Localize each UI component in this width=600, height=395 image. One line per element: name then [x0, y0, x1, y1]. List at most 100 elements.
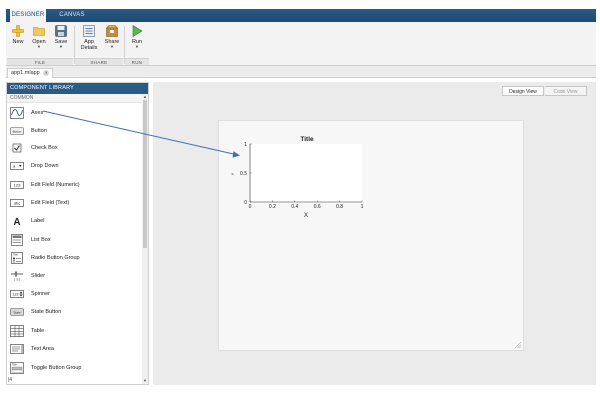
axes-title: Title [300, 136, 314, 143]
tab-canvas[interactable]: CANVAS [52, 9, 92, 22]
component-label: Label [31, 218, 45, 224]
component-spinner[interactable]: 123 Spinner [7, 286, 142, 303]
component-label: Spinner [31, 291, 50, 297]
design-canvas[interactable]: Design View Code View Title 0 0.2 0.4 0.6 0.… [153, 82, 596, 385]
table-icon [10, 325, 24, 337]
component-edit-field-numeric[interactable]: 123 Edit Field (Numeric) [7, 177, 142, 194]
svg-text:State: State [13, 310, 20, 314]
dropdown-icon: a [10, 162, 24, 170]
svg-text:Button: Button [13, 129, 22, 133]
x-tick-label: 0.8 [336, 204, 343, 210]
radio-group-icon: Title [11, 252, 23, 264]
run-dropdown-icon[interactable]: ▼ [127, 45, 147, 49]
component-slider[interactable]: 1 3 5 Slider [7, 268, 142, 285]
y-tick-label: 0.5 [240, 171, 247, 177]
svg-text:123: 123 [13, 293, 19, 297]
component-state-button[interactable]: State State Button [7, 304, 142, 321]
component-label: Edit Field (Numeric) [31, 182, 80, 188]
checkbox-icon [12, 143, 22, 153]
app-designer-window: DESIGNER CANVAS New Open ▼ Save ▼ App De… [0, 0, 600, 395]
component-library: COMPONENT LIBRARY COMMON ▲ ▼ Axes Button… [6, 82, 149, 385]
component-label: Text Area [31, 346, 54, 352]
tab-designer[interactable]: DESIGNER [10, 9, 46, 22]
document-tab-bar: app1.mlapp ✕ [6, 66, 596, 78]
open-button[interactable]: Open ▼ [29, 25, 49, 57]
component-label: State Button [31, 309, 62, 315]
axes-icon [10, 107, 24, 119]
group-file: FILE [7, 58, 73, 65]
component-label: Axes [31, 110, 44, 116]
component-label: Button [31, 128, 47, 134]
component-label: Table [31, 328, 45, 334]
code-view-button[interactable]: Code View [545, 86, 587, 96]
numeric-field-icon: 123 [10, 181, 24, 189]
new-button[interactable]: New [8, 25, 28, 57]
group-share: SHARE [75, 58, 123, 65]
component-label: Radio Button Group [31, 255, 80, 261]
component-button[interactable]: Button Button [7, 123, 142, 140]
save-button[interactable]: Save ▼ [51, 25, 71, 57]
document-tab-label: app1.mlapp [11, 70, 40, 76]
y-tick-label: 0 [244, 200, 247, 206]
play-icon [132, 25, 143, 37]
component-radio-button-group[interactable]: Title Radio Button Group [7, 250, 142, 267]
app-details-label: App Details [80, 39, 98, 51]
toggle-group-icon: Title [10, 362, 24, 374]
component-label: Toggle Button Group [31, 365, 82, 371]
x-tick-label: 0.2 [269, 204, 276, 210]
run-button[interactable]: Run ▼ [127, 25, 147, 57]
x-axis-label: X [304, 213, 308, 219]
component-toggle-button-group[interactable]: Title Toggle Button Group [7, 360, 142, 377]
share-dropdown-icon[interactable]: ▼ [102, 45, 122, 49]
svg-text:1 3 5: 1 3 5 [14, 278, 21, 282]
folder-icon [33, 27, 45, 36]
app-details-button[interactable]: App Details [77, 25, 101, 57]
x-tick-label: 0 [249, 204, 252, 210]
svg-text:abc: abc [14, 201, 20, 206]
component-table[interactable]: Table [7, 323, 142, 340]
resize-grip-icon[interactable] [515, 342, 521, 348]
y-tick-label: 1 [244, 142, 247, 148]
axes-component[interactable]: Title 0 0.2 0.4 0.6 0.8 1 0 0.5 1 X Y [219, 121, 525, 352]
svg-text:Title: Title [13, 253, 18, 257]
button-icon: Button [10, 127, 24, 135]
x-tick-label: 0.4 [291, 204, 298, 210]
scroll-down-icon[interactable]: ▼ [142, 378, 148, 384]
share-button[interactable]: Share ▼ [102, 25, 122, 57]
open-dropdown-icon[interactable]: ▼ [29, 45, 49, 49]
component-list-box[interactable]: List Box [7, 232, 142, 249]
component-drop-down[interactable]: a Drop Down [7, 158, 142, 175]
component-library-scrollbar[interactable]: ▲ ▼ [142, 94, 148, 384]
app-figure[interactable]: Title 0 0.2 0.4 0.6 0.8 1 0 0.5 1 X Y [218, 120, 524, 351]
group-run: RUN [125, 58, 149, 65]
component-label: Check Box [31, 145, 58, 151]
x-tick-label: 1 [361, 204, 364, 210]
component-label: Edit Field (Text) [31, 200, 70, 206]
floppy-disk-icon [55, 25, 67, 37]
close-icon[interactable]: ✕ [43, 69, 50, 76]
component-library-title: COMPONENT LIBRARY [7, 83, 148, 94]
scrollbar-thumb[interactable] [143, 100, 147, 248]
component-axes[interactable]: Axes [7, 105, 142, 122]
component-label: Slider [31, 273, 46, 279]
state-button-icon: State [10, 308, 24, 316]
document-tab[interactable]: app1.mlapp ✕ [7, 68, 54, 78]
new-label: New [12, 39, 24, 45]
plus-icon [12, 25, 24, 37]
design-view-button[interactable]: Design View [502, 86, 544, 96]
label-icon: A [13, 217, 20, 227]
slider-icon: 1 3 5 [11, 271, 23, 282]
component-label-item[interactable]: A Label [7, 213, 142, 230]
x-tick-label: 0.6 [314, 204, 321, 210]
details-icon [83, 25, 95, 37]
component-check-box[interactable]: Check Box [7, 140, 142, 157]
svg-text:A: A [13, 217, 20, 227]
toolstrip-tabs: DESIGNER CANVAS [6, 9, 596, 22]
component-edit-field-text[interactable]: abc Edit Field (Text) [7, 195, 142, 212]
svg-text:Title: Title [12, 363, 17, 367]
save-dropdown-icon[interactable]: ▼ [51, 45, 71, 49]
listbox-icon [11, 234, 23, 246]
component-text-area[interactable]: Text Area [7, 341, 142, 358]
section-common[interactable]: COMMON [7, 94, 142, 103]
spinner-icon: 123 [10, 290, 24, 298]
